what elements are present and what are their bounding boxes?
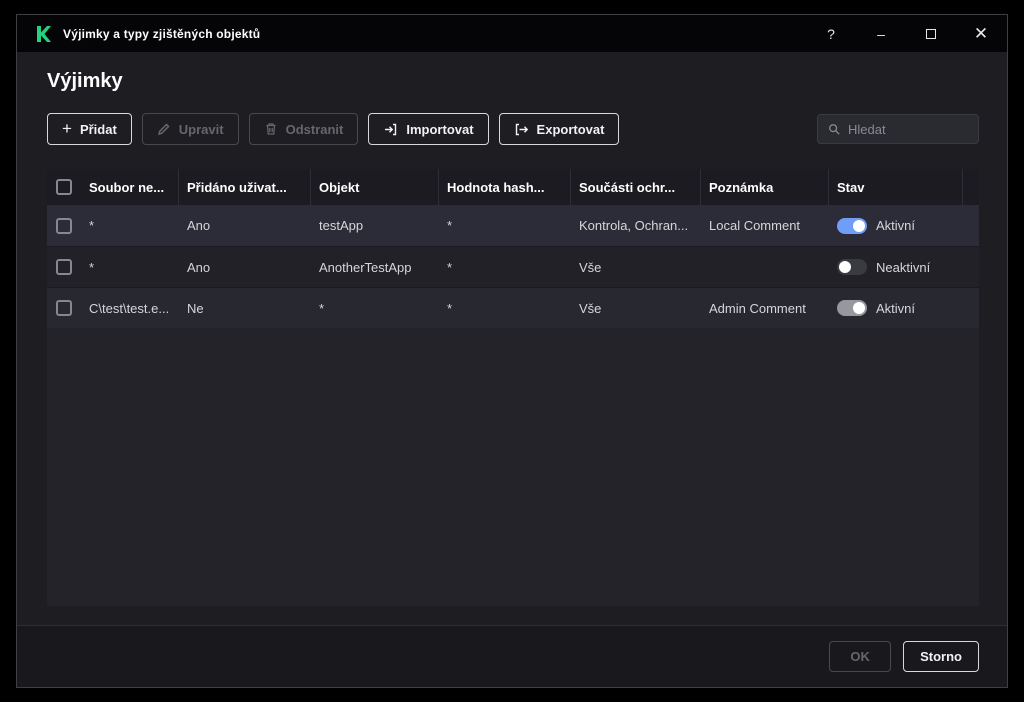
column-header-spacer — [963, 169, 979, 205]
cell-object: AnotherTestApp — [319, 259, 412, 275]
trash-icon — [266, 123, 276, 135]
import-icon — [385, 123, 397, 135]
cell-components: Vše — [579, 259, 602, 275]
cell-components: Vše — [579, 300, 602, 316]
dialog-content: Výjimky + Přidat Upravit Odstranit Impor… — [17, 52, 1007, 687]
cell-components: Kontrola, Ochran... — [579, 218, 689, 233]
table-row[interactable]: * Ano testApp * Kontrola, Ochran... Loca… — [47, 205, 979, 246]
help-button[interactable]: ? — [821, 24, 841, 44]
cell-object: testApp — [319, 218, 364, 233]
export-button-label: Exportovat — [536, 121, 605, 137]
toolbar: + Přidat Upravit Odstranit Importovat Ex… — [47, 113, 979, 145]
titlebar: Výjimky a typy zjištěných objektů ? – ✕ — [17, 15, 1007, 52]
select-all-cell — [47, 169, 81, 205]
cell-file: C\test\test.e... — [89, 300, 170, 316]
row-checkbox-cell — [47, 247, 81, 287]
exclusions-table: Soubor ne... Přidáno uživat... Objekt Ho… — [47, 169, 979, 606]
cell-status: Aktivní — [829, 300, 963, 316]
cell-file: * — [89, 218, 95, 233]
status-label: Aktivní — [876, 218, 916, 233]
plus-icon: + — [62, 119, 72, 138]
row-checkbox[interactable] — [56, 217, 72, 234]
table-row[interactable]: C\test\test.e... Ne * * Vše Admin Commen… — [47, 287, 979, 328]
toggle-knob — [853, 302, 865, 314]
import-button[interactable]: Importovat — [368, 113, 489, 145]
row-checkbox-cell — [47, 288, 81, 328]
table-header-row: Soubor ne... Přidáno uživat... Objekt Ho… — [47, 169, 979, 205]
status-toggle[interactable] — [837, 300, 867, 316]
edit-button[interactable]: Upravit — [141, 113, 239, 145]
window-title: Výjimky a typy zjištěných objektů — [63, 26, 261, 41]
select-all-checkbox[interactable] — [56, 179, 72, 195]
cell-file: * — [89, 259, 95, 275]
cell-hash: * — [447, 259, 453, 275]
dialog-footer: OK Storno — [17, 625, 1007, 687]
import-button-label: Importovat — [406, 121, 474, 137]
kaspersky-logo-icon — [33, 24, 53, 44]
dialog-window: Výjimky a typy zjištěných objektů ? – ✕ … — [16, 14, 1008, 688]
search-icon — [829, 124, 840, 135]
row-checkbox-cell — [47, 205, 81, 246]
toggle-knob — [839, 261, 851, 273]
status-label: Aktivní — [876, 300, 916, 316]
maximize-icon — [926, 28, 936, 39]
column-header-status[interactable]: Stav — [829, 169, 963, 205]
table-row[interactable]: * Ano AnotherTestApp * Vše Neaktivní — [47, 246, 979, 287]
maximize-button[interactable] — [921, 24, 941, 44]
cell-object: * — [319, 300, 325, 316]
row-checkbox[interactable] — [56, 259, 72, 275]
cell-hash: * — [447, 300, 453, 316]
cell-hash: * — [447, 218, 453, 233]
export-button[interactable]: Exportovat — [498, 113, 620, 145]
cell-added-by-user: Ne — [187, 300, 204, 316]
cell-added-by-user: Ano — [187, 218, 211, 233]
window-controls: ? – ✕ — [821, 24, 991, 44]
cell-comment: Admin Comment — [709, 300, 806, 316]
toggle-knob — [853, 219, 865, 232]
cell-added-by-user: Ano — [187, 259, 211, 275]
edit-button-label: Upravit — [178, 121, 224, 137]
remove-button[interactable]: Odstranit — [248, 113, 359, 145]
ok-button[interactable]: OK — [829, 641, 892, 672]
cell-comment: Local Comment — [709, 218, 801, 233]
remove-button-label: Odstranit — [285, 121, 344, 137]
search-input[interactable] — [848, 121, 968, 137]
row-checkbox[interactable] — [56, 300, 72, 316]
minimize-button[interactable]: – — [871, 24, 891, 44]
export-icon — [515, 123, 528, 135]
cell-status: Aktivní — [829, 217, 963, 234]
column-header-object[interactable]: Objekt — [311, 169, 439, 205]
column-header-components[interactable]: Součásti ochr... — [571, 169, 701, 205]
search-box — [817, 114, 979, 144]
column-header-added-by-user[interactable]: Přidáno uživat... — [179, 169, 311, 205]
cell-status: Neaktivní — [829, 259, 963, 275]
status-label: Neaktivní — [876, 259, 931, 275]
close-button[interactable]: ✕ — [971, 24, 991, 44]
column-header-comment[interactable]: Poznámka — [701, 169, 829, 205]
column-header-hash[interactable]: Hodnota hash... — [439, 169, 571, 205]
add-button[interactable]: + Přidat — [47, 113, 132, 145]
status-toggle[interactable] — [837, 259, 867, 275]
pencil-icon — [157, 123, 170, 136]
add-button-label: Přidat — [79, 121, 117, 137]
column-header-file[interactable]: Soubor ne... — [81, 169, 179, 205]
page-title: Výjimky — [47, 70, 123, 92]
status-toggle[interactable] — [837, 217, 867, 234]
cancel-button[interactable]: Storno — [903, 641, 979, 672]
